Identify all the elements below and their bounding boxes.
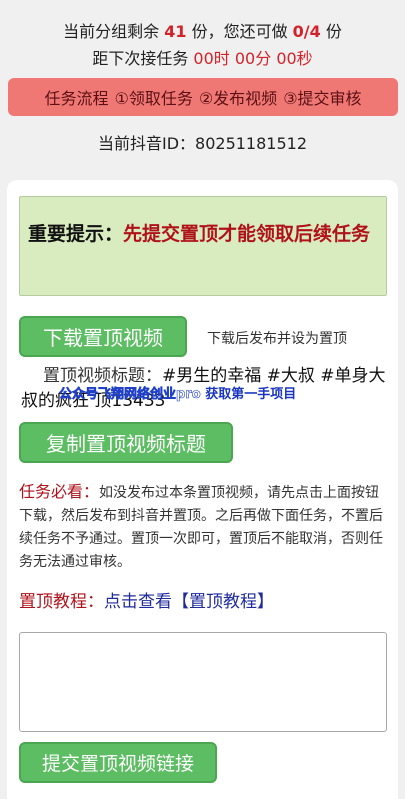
can-do-count: 0/4 bbox=[292, 22, 321, 41]
next-task-timer: 00时 00分 00秒 bbox=[193, 49, 313, 68]
task-must-read: 任务必看：如没发布过本条置顶视频，请先点击上面按钮下载，然后发布到抖音并置顶。之… bbox=[19, 480, 387, 574]
next-task-line: 距下次接任务 00时 00分 00秒 bbox=[0, 45, 405, 72]
task-card: 重要提示：先提交置顶才能领取后续任务 下载置顶视频 下载后发布并设为置顶 置顶视… bbox=[7, 180, 398, 799]
douyin-id-value: 80251181512 bbox=[195, 134, 308, 153]
must-read-label: 任务必看： bbox=[19, 482, 100, 501]
remaining-count: 41 bbox=[164, 22, 187, 41]
remaining-suffix: 份，您还可做 bbox=[191, 22, 288, 41]
flow-step-claim: ①领取任务 bbox=[114, 89, 193, 108]
submit-link-button[interactable]: 提交置顶视频链接 bbox=[19, 742, 217, 783]
tutorial-row: 置顶教程：点击查看【置顶教程】 bbox=[19, 587, 274, 612]
remaining-prefix: 当前分组剩余 bbox=[63, 22, 160, 41]
task-status: 当前分组剩余 41 份，您还可做 0/4 份 距下次接任务 00时 00分 00… bbox=[0, 0, 405, 72]
tutorial-label: 置顶教程： bbox=[19, 592, 104, 612]
video-link-input[interactable] bbox=[19, 632, 387, 732]
douyin-id-line: 当前抖音ID：80251181512 bbox=[0, 130, 405, 154]
next-task-label: 距下次接任务 bbox=[92, 49, 189, 68]
download-video-button[interactable]: 下载置顶视频 bbox=[19, 316, 187, 357]
important-notice: 重要提示：先提交置顶才能领取后续任务 bbox=[19, 196, 387, 296]
notice-label: 重要提示： bbox=[28, 223, 124, 245]
watermark-text-2: 获取第一手项目 bbox=[205, 387, 297, 402]
task-flow-bar: 任务流程 ①领取任务 ②发布视频 ③提交审核 bbox=[8, 78, 398, 116]
download-hint: 下载后发布并设为置顶 bbox=[207, 331, 347, 347]
watermark-overlay: 公众号飞翔网络创业pro 获取第一手项目 bbox=[59, 383, 297, 403]
flow-step-publish: ②发布视频 bbox=[198, 89, 278, 108]
douyin-id-label: 当前抖音ID： bbox=[97, 134, 196, 153]
copy-title-button[interactable]: 复制置顶视频标题 bbox=[19, 422, 233, 463]
can-do-suffix: 份 bbox=[325, 22, 342, 41]
flow-label: 任务流程 bbox=[44, 89, 109, 108]
remaining-line: 当前分组剩余 41 份，您还可做 0/4 份 bbox=[0, 18, 405, 45]
watermark-text-1: 公众号飞翔网络创业pro bbox=[59, 387, 201, 403]
flow-step-review: ③提交审核 bbox=[283, 89, 362, 108]
notice-message: 先提交置顶才能领取后续任务 bbox=[123, 223, 371, 245]
tutorial-link[interactable]: 点击查看【置顶教程】 bbox=[104, 592, 274, 612]
